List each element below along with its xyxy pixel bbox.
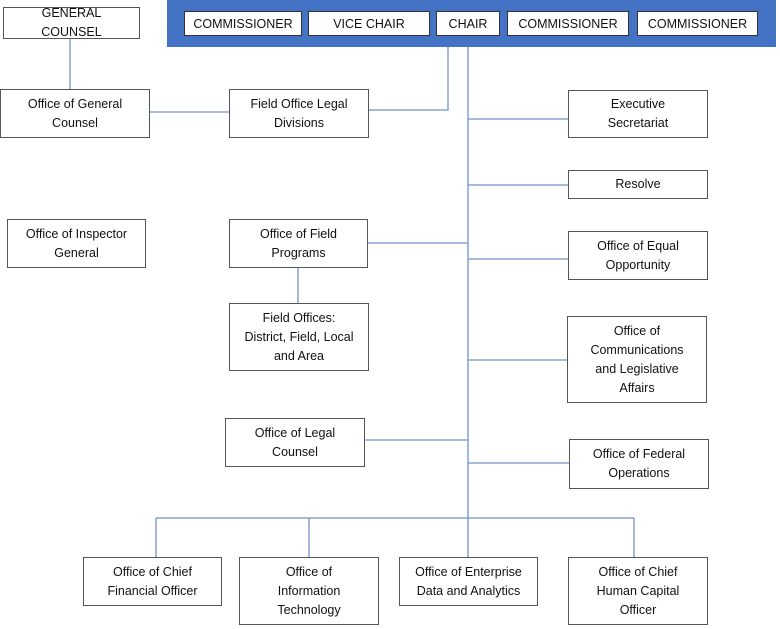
office-field-programs: Office of Field Programs <box>229 219 368 268</box>
office-general-counsel: Office of General Counsel <box>0 89 150 138</box>
office-information-technology: Office of Information Technology <box>239 557 379 625</box>
commissioner-box: COMMISSIONER <box>637 11 758 36</box>
vice-chair-box: VICE CHAIR <box>308 11 430 36</box>
chair-box: CHAIR <box>436 11 500 36</box>
office-communications-legislative-affairs: Office of Communications and Legislative… <box>567 316 707 403</box>
commissioner-box: COMMISSIONER <box>184 11 302 36</box>
office-federal-operations: Office of Federal Operations <box>569 439 709 489</box>
connector <box>369 47 449 111</box>
resolve: Resolve <box>568 170 708 199</box>
commissioner-box: COMMISSIONER <box>507 11 629 36</box>
office-enterprise-data-analytics: Office of Enterprise Data and Analytics <box>399 557 538 606</box>
office-chief-financial-officer: Office of Chief Financial Officer <box>83 557 222 606</box>
executive-secretariat: Executive Secretariat <box>568 90 708 138</box>
office-legal-counsel: Office of Legal Counsel <box>225 418 365 467</box>
connector <box>155 517 635 557</box>
office-chief-human-capital-officer: Office of Chief Human Capital Officer <box>568 557 708 625</box>
general-counsel-box: GENERAL COUNSEL <box>3 6 140 39</box>
org-chart: GENERAL COUNSEL COMMISSIONER VICE CHAIR … <box>0 0 780 629</box>
field-office-legal-divisions: Field Office Legal Divisions <box>229 89 369 138</box>
office-inspector-general: Office of Inspector General <box>7 219 146 268</box>
office-equal-opportunity: Office of Equal Opportunity <box>568 231 708 280</box>
field-offices: Field Offices: District, Field, Local an… <box>229 303 369 371</box>
